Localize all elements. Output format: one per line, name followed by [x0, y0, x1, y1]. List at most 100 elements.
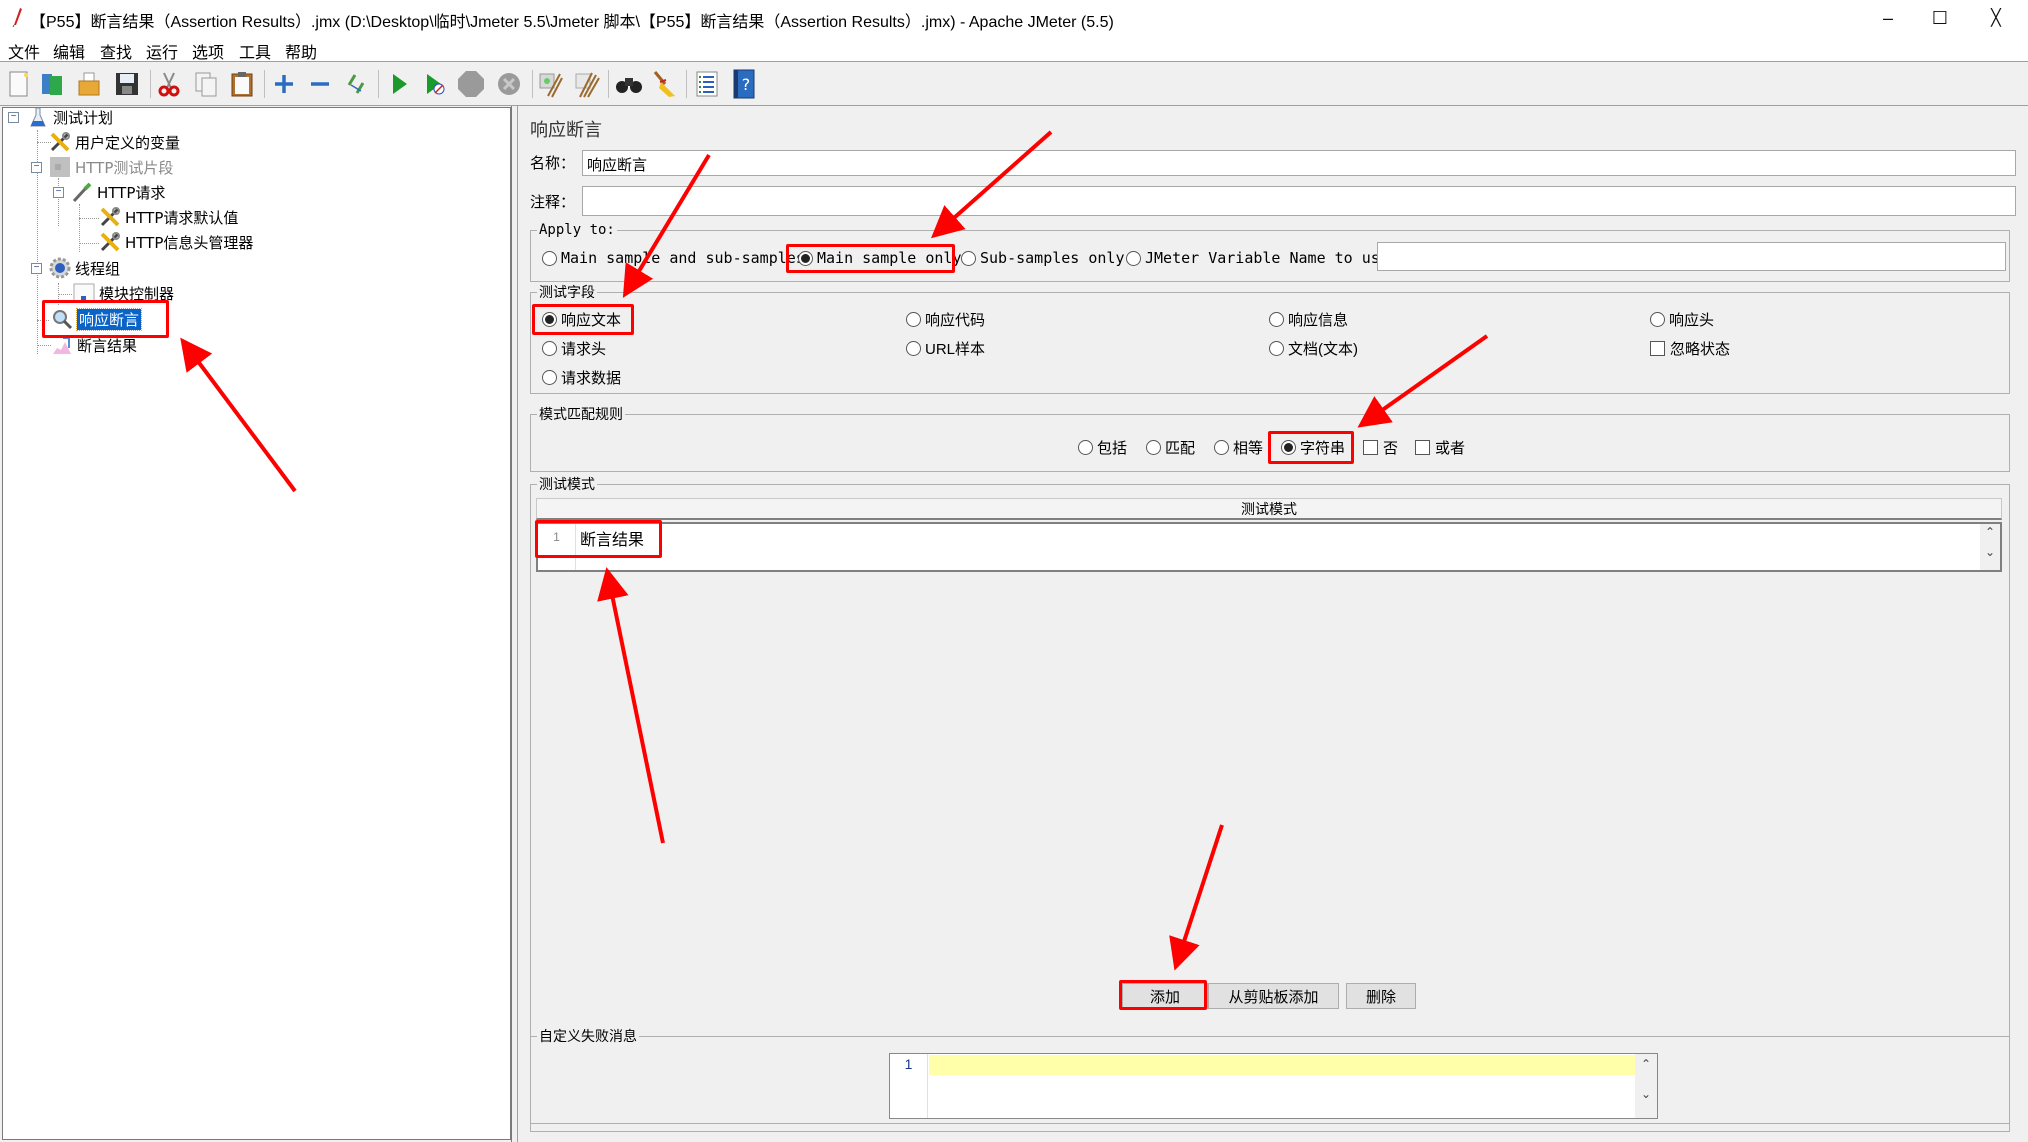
current-line-highlight [929, 1055, 1635, 1075]
message-scrollbar[interactable]: ⌃ ⌄ [1635, 1054, 1657, 1118]
expand-icon [275, 75, 293, 93]
tree-node-test-plan[interactable]: 测试计划 [27, 106, 113, 128]
menu-bar: 文件 编辑 查找 运行 选项 工具 帮助 [0, 36, 2028, 62]
open-button[interactable] [74, 69, 104, 99]
collapse-toggle[interactable]: − [31, 162, 42, 173]
test-field-legend: 测试字段 [539, 284, 595, 300]
apply-jmeter-variable-radio[interactable]: JMeter Variable Name to use [1126, 249, 1389, 267]
checkbox-indicator [1363, 440, 1378, 455]
collapse-all-button[interactable] [305, 69, 335, 99]
field-response-message-radio[interactable]: 响应信息 [1269, 309, 1348, 330]
tree-node-label: 用户定义的变量 [75, 133, 181, 152]
clear-all-button[interactable] [571, 69, 601, 99]
menu-tools[interactable]: 工具 [239, 39, 271, 63]
annotation-box-main-sample-only [786, 244, 955, 273]
maximize-button[interactable]: ☐ [1912, 0, 1968, 36]
menu-run[interactable]: 运行 [146, 39, 178, 63]
tree-node-label: HTTP信息头管理器 [125, 233, 254, 252]
help-button[interactable]: ? [729, 69, 759, 99]
annotation-box-substring [1268, 431, 1354, 464]
reset-search-icon [653, 71, 675, 97]
jmeter-variable-input[interactable] [1377, 242, 2006, 271]
field-request-headers-radio[interactable]: 请求头 [542, 338, 606, 359]
add-from-clipboard-button[interactable]: 从剪贴板添加 [1208, 983, 1339, 1009]
toggle-button[interactable] [341, 69, 371, 99]
function-helper-button[interactable] [692, 69, 722, 99]
test-plan-icon [27, 106, 49, 128]
save-button[interactable] [112, 69, 142, 99]
start-no-pauses-button[interactable] [420, 69, 450, 99]
search-button[interactable] [614, 69, 644, 99]
tree-node-http-request[interactable]: HTTP请求 [71, 181, 165, 203]
collapse-toggle[interactable]: − [8, 112, 19, 123]
menu-edit[interactable]: 编辑 [53, 39, 85, 63]
menu-file[interactable]: 文件 [8, 39, 40, 63]
clear-all-icon [575, 72, 600, 98]
field-response-code-radio[interactable]: 响应代码 [906, 309, 985, 330]
toolbar-separator [264, 70, 265, 98]
shutdown-icon [498, 73, 520, 95]
field-response-headers-radio[interactable]: 响应头 [1650, 309, 1714, 330]
annotation-box-tree-node [42, 300, 169, 338]
rule-contains-radio[interactable]: 包括 [1078, 437, 1127, 458]
radio-label: 相等 [1233, 440, 1264, 457]
new-button[interactable] [4, 69, 34, 99]
copy-button[interactable] [191, 69, 221, 99]
delete-button[interactable]: 删除 [1346, 983, 1416, 1009]
expand-all-button[interactable] [269, 69, 299, 99]
cut-button[interactable] [154, 69, 184, 99]
clear-button[interactable] [535, 69, 565, 99]
scroll-up-arrow[interactable]: ⌃ [1980, 524, 2000, 540]
tree-node-http-fragment[interactable]: HTTP测试片段 [49, 156, 173, 178]
tree-node-thread-group[interactable]: 线程组 [49, 257, 120, 279]
radio-label: JMeter Variable Name to use [1145, 249, 1389, 267]
reset-search-button[interactable] [650, 69, 680, 99]
scroll-up-arrow[interactable]: ⌃ [1635, 1054, 1657, 1074]
ignore-status-checkbox[interactable]: 忽略状态 [1650, 338, 1730, 359]
custom-failure-message-editor[interactable]: 1 ⌃ ⌄ [889, 1053, 1658, 1119]
paste-button[interactable] [227, 69, 257, 99]
field-document-text-radio[interactable]: 文档(文本) [1269, 338, 1358, 359]
stop-button[interactable] [456, 69, 486, 99]
name-label: 名称： [530, 155, 576, 172]
apply-sub-only-radio[interactable]: Sub-samples only [961, 249, 1125, 267]
tree-node-user-variables[interactable]: 用户定义的变量 [49, 131, 180, 153]
title-bar: 【P55】断言结果（Assertion Results）.jmx (D:\Des… [0, 0, 2028, 36]
rule-equals-radio[interactable]: 相等 [1214, 437, 1263, 458]
scroll-down-arrow[interactable]: ⌄ [1635, 1074, 1657, 1114]
comment-input[interactable] [582, 186, 2016, 216]
tree-node-header-manager[interactable]: HTTP信息头管理器 [99, 231, 253, 253]
menu-search[interactable]: 查找 [100, 39, 132, 63]
radio-label: Main sample and sub-samples [561, 249, 805, 267]
menu-options[interactable]: 选项 [192, 39, 224, 63]
field-request-data-radio[interactable]: 请求数据 [542, 367, 621, 388]
collapse-toggle[interactable]: − [53, 187, 64, 198]
start-icon [393, 74, 407, 94]
menu-help[interactable]: 帮助 [285, 39, 317, 63]
panel-heading: 响应断言 [530, 120, 602, 140]
rule-not-checkbox[interactable]: 否 [1363, 437, 1398, 458]
name-input[interactable]: 响应断言 [582, 150, 2016, 176]
tree-node-http-defaults[interactable]: HTTP请求默认值 [99, 206, 238, 228]
patterns-column-header[interactable]: 测试模式 [536, 498, 2002, 520]
radio-label: 文档(文本) [1288, 341, 1358, 358]
patterns-scrollbar[interactable]: ⌃ ⌄ [1980, 524, 2000, 570]
close-button[interactable]: ╳ [1968, 0, 2024, 36]
rule-matches-radio[interactable]: 匹配 [1146, 437, 1195, 458]
toolbar-separator [532, 70, 533, 98]
shutdown-button[interactable] [494, 69, 524, 99]
field-url-sample-radio[interactable]: URL样本 [906, 338, 985, 359]
function-helper-icon [696, 71, 718, 97]
save-icon [116, 73, 138, 95]
radio-indicator [1269, 341, 1284, 356]
radio-label: 请求头 [561, 341, 607, 358]
start-button[interactable] [384, 69, 414, 99]
apply-main-and-sub-radio[interactable]: Main sample and sub-samples [542, 249, 805, 267]
minimize-button[interactable]: – [1860, 0, 1916, 36]
templates-button[interactable] [38, 69, 68, 99]
scroll-down-arrow[interactable]: ⌄ [1980, 540, 2000, 564]
checkbox-label: 忽略状态 [1670, 341, 1731, 358]
tree-connector [79, 204, 80, 252]
rule-or-checkbox[interactable]: 或者 [1415, 437, 1465, 458]
collapse-toggle[interactable]: − [31, 263, 42, 274]
